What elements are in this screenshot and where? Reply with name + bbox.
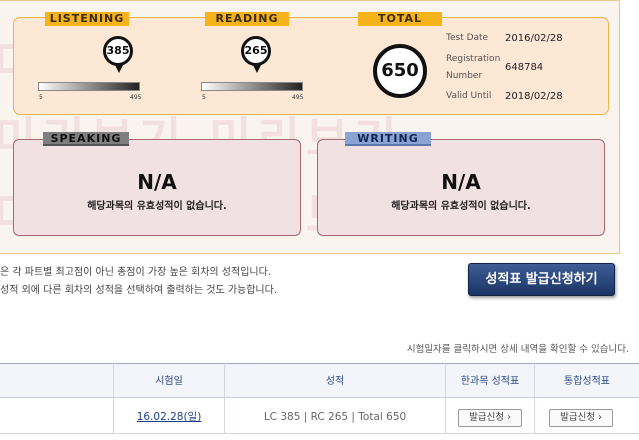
valid-until-value: 2018/02/28 [505,91,563,102]
combined-report-apply-button[interactable]: 발급신청 › [549,409,613,427]
listening-score-bar [38,82,140,91]
registration-label-cont: Number [446,71,483,81]
header-single-report: 한과목 성적표 [460,376,520,387]
header-test-date: 시험일 [155,376,183,387]
reading-label: READING [205,12,289,26]
listening-bar-max: 495 [130,94,142,101]
speaking-result: N/A [137,170,177,194]
listening-bar-min: 5 [39,94,43,101]
valid-until-label: Valid Until [446,91,492,101]
test-date-link[interactable]: 16.02.28(일) [137,411,202,423]
listening-label: LISTENING [45,12,129,26]
writing-result: N/A [441,170,481,194]
registration-label: Registration [446,54,501,64]
reading-score-pin: 265 [241,36,271,73]
speaking-message: 해당과목의 유효성적이 없습니다. [87,201,227,212]
column-divider [445,363,446,433]
test-date-label: Test Date [446,33,489,43]
listening-score-pin: 385 [103,36,133,73]
writing-message: 해당과목의 유효성적이 없습니다. [391,201,531,212]
writing-label: WRITING [345,132,431,146]
table-row-date: 16.02.28(일) [114,400,224,435]
speaking-panel: N/A 해당과목의 유효성적이 없습니다. [13,139,301,236]
header-combined-report: 통합성적표 [564,376,610,387]
score-card: 미리보기 미리보기 미리보기 미리보기 미리보기 미리보기 LISTENING … [0,0,620,254]
reading-bar-min: 5 [202,94,206,101]
total-score-circle: 650 [373,44,427,98]
speaking-label: SPEAKING [43,132,129,146]
column-divider [534,363,535,433]
single-report-apply-button[interactable]: 발급신청 › [458,409,522,427]
note-line-1: 은 각 파트별 최고점이 아닌 총점이 가장 높은 회차의 성적입니다. [0,267,271,278]
registration-number: 648784 [505,62,544,73]
reading-score-bar [201,82,303,91]
test-date-value: 2016/02/28 [505,33,563,44]
note-line-2: 성적 외에 다른 회차의 성적을 선택하여 출력하는 것도 가능합니다. [0,285,278,296]
table-header-row: 시험일 성적 한과목 성적표 통합성적표 [0,363,639,398]
table-row-score: LC 385 | RC 265 | Total 650 [263,411,407,423]
header-score: 성적 [325,376,345,387]
reading-bar-max: 495 [292,94,304,101]
writing-panel: N/A 해당과목의 유효성적이 없습니다. [317,139,605,236]
score-history-table: 시험일 성적 한과목 성적표 통합성적표 16.02.28(일) LC 385 … [0,363,639,440]
apply-score-report-button[interactable]: 성적표 발급신청하기 [468,263,615,296]
total-label: TOTAL [358,12,442,26]
table-hint: 시험일자를 클릭하시면 상세 내역을 확인할 수 있습니다. [406,344,629,355]
row-divider [0,433,639,434]
